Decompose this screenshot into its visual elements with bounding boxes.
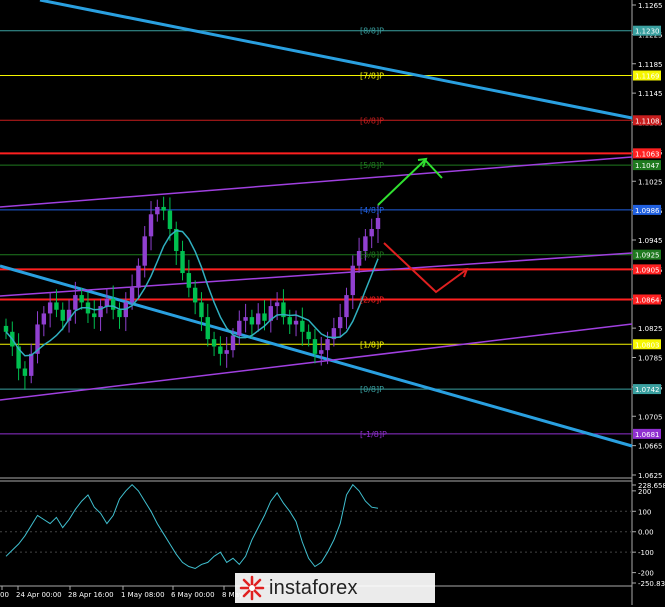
candle-body-57 (363, 236, 368, 252)
candle-body-53 (337, 317, 343, 329)
candle-body-58 (369, 228, 374, 237)
candle-body-6 (41, 313, 47, 325)
murrey-label-2: [6/8]P (360, 116, 384, 125)
candle-body-22 (142, 236, 147, 266)
candle-body-37 (237, 320, 242, 336)
murrey-label-9: [-1/8]P (360, 430, 387, 439)
candle-body-9 (60, 309, 65, 321)
price-badge-label-0: 1.1230 (635, 28, 660, 36)
x-tick-label-4: 6 May 00:00 (171, 591, 215, 599)
price-badge-label-5: 1.0986 (635, 207, 660, 215)
candle-body-3 (22, 368, 28, 376)
cci-tick-label-1: 200 (638, 488, 651, 496)
candle-body-14 (92, 313, 97, 318)
murrey-label-7: [1/8]P (360, 340, 384, 349)
x-tick-label-5: 8 May (222, 591, 243, 599)
candle-body-26 (167, 210, 173, 229)
x-tick-label-2: 28 Apr 16:00 (68, 591, 114, 599)
candle-body-25 (161, 206, 166, 211)
price-badge-label-4: 1.1047 (635, 162, 660, 170)
candle-body-54 (344, 295, 349, 318)
x-tick-label-1: 24 Apr 00:00 (16, 591, 62, 599)
candle-body-24 (155, 206, 160, 215)
candle-body-51 (325, 339, 330, 351)
candle-body-49 (312, 339, 318, 354)
cci-tick-label-6: -250.834 (638, 580, 665, 588)
candle-body-0 (3, 325, 9, 332)
candle-body-16 (104, 298, 110, 307)
candle-body-40 (256, 313, 261, 325)
price-badge-label-6: 1.0925 (635, 252, 660, 260)
candle-body-41 (262, 313, 267, 321)
candle-body-36 (230, 335, 236, 351)
price-badge-label-3: 1.1063 (635, 150, 660, 158)
x-tick-label-3: 1 May 08:00 (121, 591, 165, 599)
candle-body-35 (224, 350, 229, 354)
candle-body-8 (54, 302, 59, 310)
murrey-label-1: [7/8]P (360, 72, 384, 81)
cci-tick-label-5: -200 (638, 570, 654, 578)
candle-body-39 (249, 317, 255, 325)
y-tick-label-3: 1.1145 (638, 90, 663, 98)
candle-body-7 (47, 302, 53, 314)
price-badge-label-1: 1.1169 (635, 73, 660, 81)
murrey-label-6: [2/8]P (360, 295, 384, 304)
candle-body-34 (218, 346, 223, 354)
murrey-label-8: [0/8]P (360, 385, 384, 394)
candle-body-45 (287, 317, 292, 325)
candle-body-48 (306, 331, 311, 340)
candle-body-33 (211, 339, 217, 347)
y-tick-label-14: 1.0705 (638, 413, 663, 421)
cci-tick-label-3: 0.00 (638, 529, 654, 537)
cci-tick-label-2: 100 (638, 508, 651, 516)
candle-body-31 (199, 302, 204, 318)
candle-body-11 (73, 295, 78, 310)
y-tick-label-0: 1.1265 (638, 2, 663, 10)
candle-body-43 (274, 302, 280, 307)
candle-body-23 (148, 214, 154, 237)
price-chart: [8/8]P [7/8]P [6/8]P [5/8]P [4/8]P [3/8]P [2/8… (0, 0, 665, 605)
murrey-label-3: [5/8]P (360, 161, 384, 170)
price-badge-label-8: 1.0864 (635, 296, 660, 304)
y-tick-label-11: 1.0825 (638, 325, 663, 333)
candle-body-12 (79, 295, 84, 303)
candle-body-59 (375, 217, 381, 229)
price-badge-label-11: 1.0681 (635, 431, 660, 439)
price-badge-label-10: 1.0742 (635, 386, 660, 394)
candle-body-21 (136, 265, 141, 288)
candle-body-50 (319, 350, 324, 354)
cci-tick-label-4: -100 (638, 549, 654, 557)
murrey-label-5: [3/8]P (360, 251, 384, 260)
murrey-label-0: [8/8]P (360, 27, 384, 36)
price-badge-label-9: 1.0803 (635, 341, 660, 349)
price-badge-label-7: 1.0905 (635, 266, 660, 274)
candle-body-28 (180, 251, 185, 274)
y-tick-label-6: 1.1025 (638, 178, 663, 186)
candle-body-17 (110, 298, 116, 310)
y-tick-label-16: 1.0625 (638, 472, 663, 480)
y-tick-label-2: 1.1185 (638, 61, 663, 69)
murrey-label-4: [4/8]P (360, 206, 384, 215)
candle-body-30 (192, 287, 198, 303)
y-tick-label-15: 1.0665 (638, 443, 663, 451)
candle-body-32 (205, 317, 210, 340)
candle-body-18 (117, 309, 122, 318)
price-badge-label-2: 1.1108 (635, 117, 660, 125)
candle-body-55 (350, 265, 355, 296)
y-tick-label-12: 1.0785 (638, 355, 663, 363)
candle-body-4 (29, 353, 34, 376)
candle-body-38 (243, 317, 248, 321)
y-tick-label-8: 1.0945 (638, 237, 663, 245)
candle-body-46 (293, 320, 299, 325)
candle-body-20 (129, 287, 135, 303)
x-tick-label-0: 00 (0, 591, 9, 599)
candle-body-29 (186, 273, 192, 288)
candle-body-47 (300, 320, 305, 332)
